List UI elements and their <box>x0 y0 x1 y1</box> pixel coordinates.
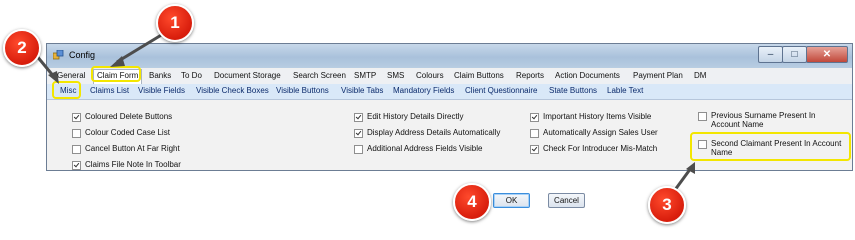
arrow-one <box>116 32 164 64</box>
callout-3: 3 <box>648 186 686 224</box>
callout-1: 1 <box>156 4 194 42</box>
callout-4: 4 <box>453 183 491 221</box>
callout-2: 2 <box>3 29 41 67</box>
callout-arrows <box>34 32 695 195</box>
